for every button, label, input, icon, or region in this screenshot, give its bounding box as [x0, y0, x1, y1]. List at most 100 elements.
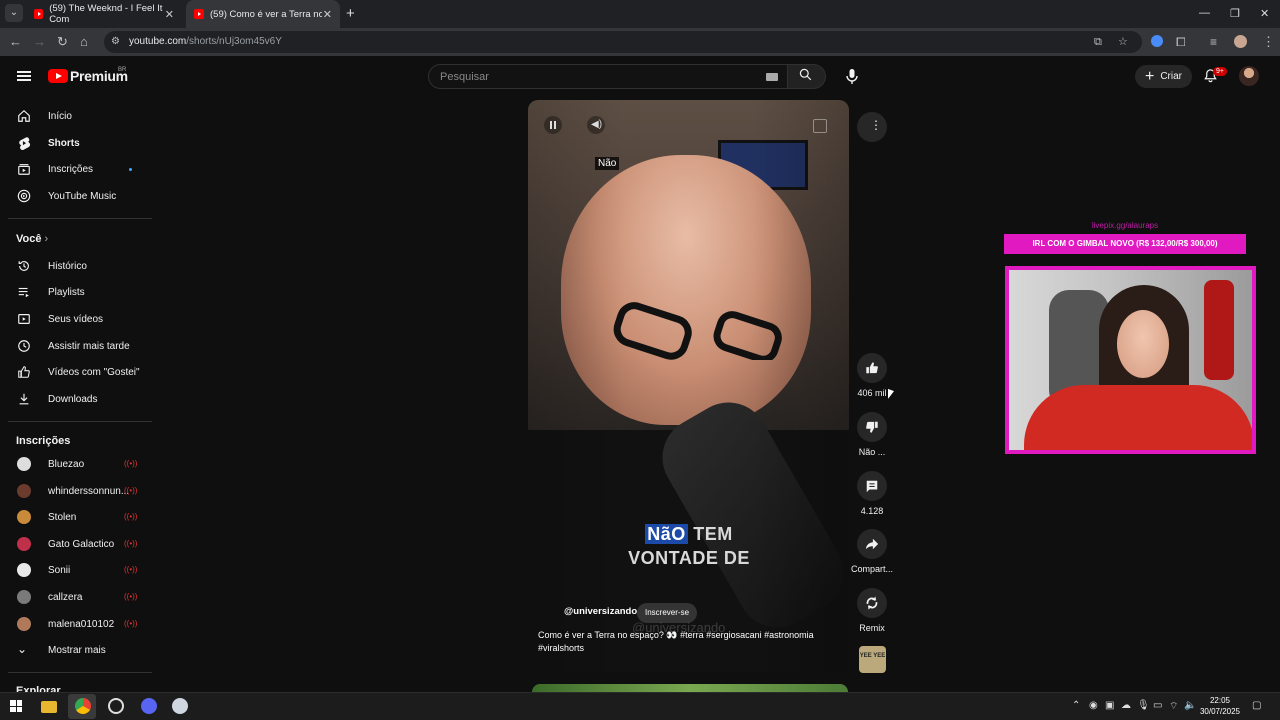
tray-volume-icon[interactable]: 🔈: [1184, 700, 1196, 711]
live-icon: ((•)): [124, 592, 138, 601]
subtitle-small: Não: [595, 157, 620, 170]
live-icon: ((•)): [124, 459, 138, 468]
show-more-button[interactable]: ⌄ Mostrar mais: [0, 637, 152, 663]
sidebar-item-label: Playlists: [48, 286, 85, 298]
sidebar-item-downloads[interactable]: Downloads: [0, 386, 152, 412]
share-button[interactable]: [857, 529, 887, 559]
sidebar-item-shorts[interactable]: Shorts: [0, 130, 152, 156]
sidebar-item-watch-later[interactable]: Assistir mais tarde: [0, 333, 152, 359]
taskbar-clock[interactable]: 22:05 30/07/2025: [1198, 695, 1242, 717]
app-icon[interactable]: [108, 698, 124, 714]
microphone-icon[interactable]: [842, 66, 862, 86]
sidebar-item-liked-videos[interactable]: Vídeos com "Gostei": [0, 359, 152, 385]
plus-icon: +: [1144, 67, 1155, 85]
address-bar[interactable]: ⚙ youtube.com/shorts/nUj3om45v6Y ⧉ ☆: [104, 31, 1142, 53]
comments-button[interactable]: [857, 471, 887, 501]
subscription-item-bluezao[interactable]: Bluezao ((•)): [0, 451, 152, 477]
app-icon[interactable]: [172, 698, 188, 714]
discord-icon[interactable]: [141, 698, 157, 714]
subscription-item-whindersson[interactable]: whinderssonnun... ((•)): [0, 478, 152, 504]
extension-icon[interactable]: [1151, 35, 1163, 47]
tray-network-icon[interactable]: ▭: [1153, 700, 1162, 711]
browser-tab-1[interactable]: (59) The Weeknd - I Feel It Com ✕: [26, 0, 182, 28]
watch-later-icon: [18, 340, 30, 352]
chevron-down-icon: ⌄: [17, 642, 28, 656]
sound-thumbnail[interactable]: YEE YEE: [859, 646, 886, 673]
tab-search-button[interactable]: ⌄: [5, 4, 23, 22]
chrome-icon[interactable]: [75, 698, 91, 714]
tray-discord-icon[interactable]: ◉: [1089, 700, 1098, 711]
new-tab-button[interactable]: +: [346, 5, 355, 22]
sidebar-item-playlists[interactable]: Playlists: [0, 279, 152, 305]
keyboard-icon[interactable]: [766, 73, 778, 81]
notification-center-icon[interactable]: ▢: [1252, 700, 1261, 711]
tray-microphone-icon[interactable]: 🎙: [1137, 700, 1150, 711]
sidebar-you-heading[interactable]: Você ›: [16, 233, 48, 245]
pause-icon[interactable]: [544, 116, 562, 134]
site-info-icon[interactable]: ⚙: [111, 34, 120, 50]
tab-title: (59) The Weeknd - I Feel It Com: [49, 3, 163, 25]
sidebar-item-label: YouTube Music: [48, 190, 117, 202]
comment-icon: [866, 480, 878, 493]
home-button-icon[interactable]: ⌂: [80, 34, 88, 50]
playlists-icon: [18, 287, 29, 298]
sidebar-item-label: Inscrições: [48, 163, 94, 175]
subscription-item-callzera[interactable]: callzera ((•)): [0, 584, 152, 610]
subscription-item-stolen[interactable]: Stolen ((•)): [0, 504, 152, 530]
notification-badge: 9+: [1213, 67, 1227, 76]
remix-button[interactable]: [857, 588, 887, 618]
subscription-item-gato-galactico[interactable]: Gato Galactico ((•)): [0, 531, 152, 557]
channel-handle[interactable]: @universizando: [564, 606, 637, 617]
browser-tab-2[interactable]: (59) Como é ver a Terra no esp ✕: [186, 0, 340, 28]
dislike-button[interactable]: [857, 412, 887, 442]
windows-start-icon[interactable]: [10, 700, 22, 712]
channel-name: callzera: [48, 591, 83, 603]
tray-wifi-icon[interactable]: ⌔: [1169, 700, 1178, 713]
subscription-item-malena[interactable]: malena010102 ((•)): [0, 611, 152, 637]
maximize-button[interactable]: ❐: [1230, 7, 1240, 20]
fullscreen-icon[interactable]: [813, 119, 827, 133]
file-explorer-icon[interactable]: [41, 701, 57, 713]
channel-name: Sonii: [48, 564, 71, 576]
window-close-button[interactable]: ✕: [1260, 7, 1269, 20]
tray-chevron-icon[interactable]: ⌃: [1072, 700, 1080, 711]
youtube-premium-logo[interactable]: Premium: [48, 68, 128, 84]
short-title[interactable]: Como é ver a Terra no espaço? 👀 #terra #…: [538, 629, 833, 655]
like-button[interactable]: [857, 353, 887, 383]
bookmark-star-icon[interactable]: ☆: [1118, 34, 1128, 50]
tray-app-icon[interactable]: ▣: [1105, 700, 1114, 711]
close-icon[interactable]: ✕: [165, 8, 174, 21]
tray-cloud-icon[interactable]: ☁: [1121, 700, 1131, 711]
search-icon: [799, 68, 812, 81]
browser-menu-icon[interactable]: ⋮: [1262, 34, 1275, 50]
sidebar-item-label: Seus vídeos: [48, 313, 104, 325]
create-button[interactable]: + Criar: [1135, 65, 1192, 88]
subscription-item-sonii[interactable]: Sonii ((•)): [0, 557, 152, 583]
sidebar-item-home[interactable]: Início: [0, 103, 152, 129]
donation-link: livepix.gg/alauraps: [1091, 221, 1159, 230]
extensions-puzzle-icon[interactable]: ⧠: [1176, 34, 1186, 50]
media-control-icon[interactable]: ≡: [1210, 34, 1217, 50]
subscribe-button[interactable]: Inscrever-se: [637, 603, 698, 623]
shorts-video-player[interactable]: [528, 100, 849, 672]
volume-icon[interactable]: ◀): [587, 116, 605, 134]
search-input[interactable]: Pesquisar: [428, 64, 788, 89]
back-icon[interactable]: ←: [9, 34, 22, 50]
sidebar-item-your-videos[interactable]: Seus vídeos: [0, 306, 152, 332]
history-icon: [18, 261, 29, 271]
sidebar-item-subscriptions[interactable]: Inscrições: [0, 156, 152, 182]
profile-avatar-icon[interactable]: [1234, 35, 1247, 48]
forward-icon[interactable]: →: [33, 34, 46, 50]
live-icon: ((•)): [124, 486, 138, 495]
reload-icon[interactable]: ↻: [57, 34, 68, 50]
close-icon[interactable]: ✕: [323, 8, 332, 21]
hamburger-menu-icon[interactable]: [17, 71, 31, 81]
install-app-icon[interactable]: ⧉: [1094, 34, 1102, 50]
more-options-button[interactable]: ⋮: [857, 112, 887, 142]
minimize-button[interactable]: —: [1199, 7, 1210, 19]
channel-avatar: [17, 510, 31, 524]
sidebar-item-history[interactable]: Histórico: [0, 253, 152, 279]
sidebar-item-youtube-music[interactable]: YouTube Music: [0, 183, 152, 209]
account-avatar[interactable]: [1239, 66, 1259, 86]
channel-name: Bluezao: [48, 458, 85, 470]
